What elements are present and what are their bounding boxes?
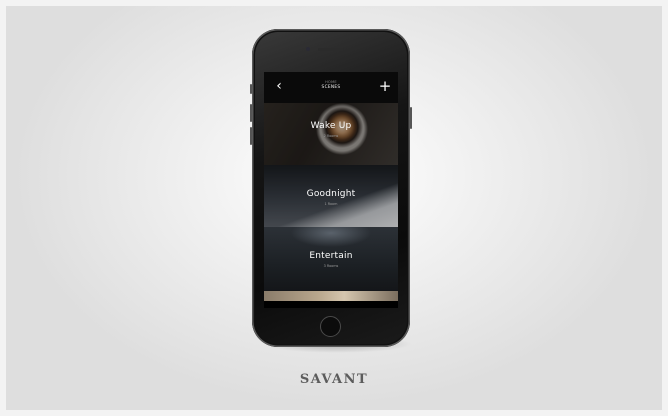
scene-card-entertain[interactable]: Entertain 3 Rooms xyxy=(264,227,398,291)
scene-name: Wake Up xyxy=(310,121,352,131)
power-button xyxy=(410,107,412,129)
volume-up-button xyxy=(250,104,252,122)
add-scene-button[interactable]: + xyxy=(378,77,392,95)
app-screen: ‹ HOME SCENES + Wake Up 2 Rooms Goodnigh… xyxy=(264,72,398,308)
scene-room-count: 2 Rooms xyxy=(323,134,339,138)
brand-logo: SAVANT xyxy=(299,372,369,387)
nav-bar: ‹ HOME SCENES + xyxy=(264,72,398,103)
phone-device: ‹ HOME SCENES + Wake Up 2 Rooms Goodnigh… xyxy=(250,29,412,347)
screen-bottom-edge xyxy=(264,301,398,308)
earpiece-speaker xyxy=(318,48,344,51)
plus-icon: + xyxy=(378,77,392,95)
mute-switch xyxy=(250,84,252,94)
scene-name: Goodnight xyxy=(306,189,356,199)
home-button[interactable] xyxy=(320,316,341,337)
scene-card-wake-up[interactable]: Wake Up 2 Rooms xyxy=(264,103,398,165)
scene-name: Entertain xyxy=(309,251,353,261)
front-camera xyxy=(306,47,310,51)
scene-room-count: 1 Room xyxy=(324,202,338,206)
scene-card-next[interactable] xyxy=(264,291,398,308)
scene-room-count: 3 Rooms xyxy=(323,264,339,268)
scene-card-goodnight[interactable]: Goodnight 1 Room xyxy=(264,165,398,227)
volume-down-button xyxy=(250,127,252,145)
